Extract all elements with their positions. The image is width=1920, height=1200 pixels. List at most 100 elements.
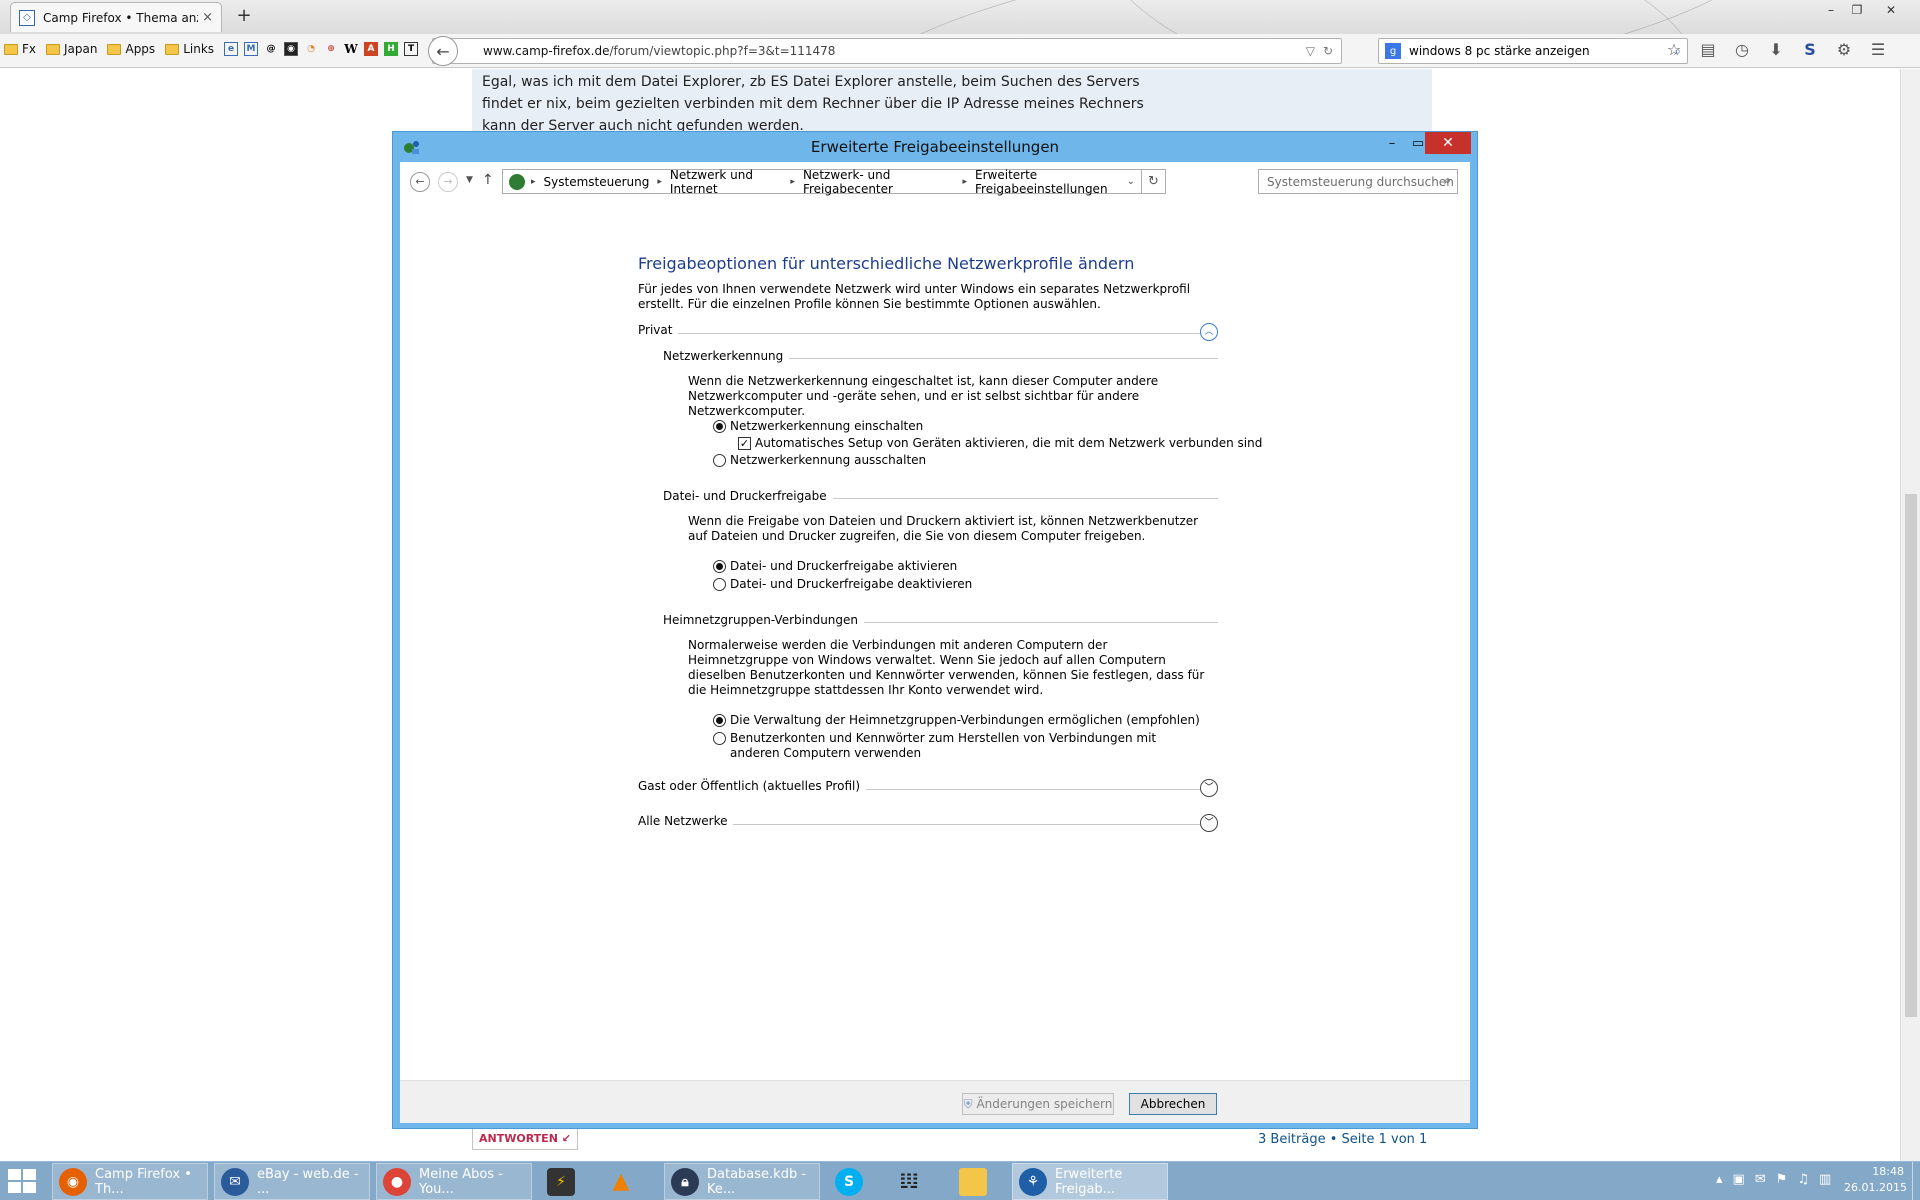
tray-keepass-icon[interactable]: ▣ [1733,1172,1745,1187]
bookmark-site-icon[interactable]: ⊕ [324,42,338,56]
search-input[interactable]: windows 8 pc stärke anzeigen [1409,44,1674,58]
option-sharing-on[interactable]: Datei- und Druckerfreigabe aktivieren [713,559,957,574]
show-desktop-button[interactable] [1912,1162,1920,1200]
reload-icon[interactable]: ↻ [1323,44,1333,58]
profile-private-header[interactable]: Privat ︿ [638,323,1218,343]
taskbar-item-winamp[interactable]: ⚡ [540,1163,592,1200]
bookmark-site-icon[interactable]: e [224,42,239,56]
taskbar-item-thunderbird[interactable]: ✉ eBay - web.de - ... [214,1163,370,1200]
bookmark-site-icon[interactable]: A [364,42,379,56]
tab-close-icon[interactable]: × [202,10,213,25]
settings-gear-icon[interactable]: ⚙ [1834,40,1854,59]
bookmark-fx[interactable]: Fx [4,42,36,56]
cancel-button[interactable]: Abbrechen [1129,1093,1217,1115]
bookmark-star-icon[interactable]: ☆ [1664,40,1684,59]
breadcrumb[interactable]: ▸ Systemsteuerung ▸ Netzwerk und Interne… [502,168,1142,196]
bookmark-rss-icon[interactable]: ◔ [304,42,318,56]
taskbar-item-explorer[interactable] [952,1163,1004,1200]
windows-start-icon[interactable] [8,1169,38,1195]
addon-icon[interactable]: S [1800,40,1820,59]
taskbar-item-sharing-settings[interactable]: ⚘ Erweiterte Freigab... [1012,1163,1168,1200]
option-label: Benutzerkonten und Kennwörter zum Herste… [730,731,1157,760]
bookmarks-list-icon[interactable]: ▤ [1698,40,1718,59]
tray-mail-icon[interactable]: ✉ [1755,1172,1766,1187]
taskbar-item-skype[interactable]: S [828,1163,880,1200]
search-bar[interactable]: g windows 8 pc stärke anzeigen ⌕ [1378,38,1688,64]
breadcrumb-item[interactable]: Systemsteuerung [544,175,650,189]
bookmark-wikipedia-icon[interactable]: W [344,42,358,56]
url-dropdown-icon[interactable]: ▽ [1306,44,1315,58]
chevron-down-icon[interactable]: ﹀ [1200,779,1218,797]
bookmark-japan[interactable]: Japan [46,42,97,56]
radio-button[interactable] [713,714,726,727]
close-icon[interactable]: ✕ [1876,0,1906,20]
browser-tab[interactable]: ◇ Camp Firefox • Thema anz... × [10,2,222,32]
folder-icon [959,1167,987,1196]
network-tray-icon[interactable]: ▥ [1819,1172,1831,1187]
breadcrumb-item[interactable]: Netzwerk- und Freigabecenter [803,168,955,196]
chevron-up-icon[interactable]: ︿ [1200,323,1218,341]
radio-button[interactable] [713,560,726,573]
option-auto-setup[interactable]: ✓ Automatisches Setup von Geräten aktivi… [738,436,1262,451]
page-title: Freigabeoptionen für unterschiedliche Ne… [638,254,1135,273]
forward-arrow-icon[interactable]: → [438,172,458,192]
option-homegroup-managed[interactable]: Die Verwaltung der Heimnetzgruppen-Verbi… [713,713,1200,728]
reply-button[interactable]: ANTWORTEN ↙ [472,1128,578,1150]
profile-guest-header[interactable]: Gast oder Öffentlich (aktuelles Profil) … [638,779,1218,799]
url-path: /forum/viewtopic.php?f=3&t=111478 [609,44,836,58]
taskbar-item-firefox[interactable]: ◉ Camp Firefox • Th... [52,1163,208,1200]
taskbar-clock[interactable]: 18:48 26.01.2015 [1844,1164,1907,1196]
section-description: Wenn die Freigabe von Dateien und Drucke… [688,514,1199,543]
menu-icon[interactable]: ☰ [1868,40,1888,59]
downloads-icon[interactable]: ⬇ [1766,40,1786,59]
back-button[interactable]: ← [428,36,458,66]
bookmark-links[interactable]: Links [165,42,214,56]
checkbox-checked[interactable]: ✓ [738,437,751,450]
profile-all-header[interactable]: Alle Netzwerke ﹀ [638,814,1218,834]
window-title: Erweiterte Freigabeeinstellungen [810,138,1060,156]
option-sharing-off[interactable]: Datei- und Druckerfreigabe deaktivieren [713,577,972,592]
chevron-down-icon[interactable]: ﹀ [1200,814,1218,832]
tray-chevron-up-icon[interactable]: ▴ [1716,1172,1723,1187]
chevron-down-icon[interactable]: ⌄ [1127,176,1135,187]
window-close-button[interactable]: ✕ [1425,132,1471,154]
option-label: Netzwerkerkennung ausschalten [730,453,927,467]
radio-button[interactable] [713,420,726,433]
recent-dropdown-icon[interactable]: ▼ [466,175,473,185]
taskbar-item-keepass[interactable]: 🔒︎ Database.kdb - Ke... [664,1163,820,1200]
search-engine-icon[interactable]: g [1385,43,1401,59]
new-tab-button[interactable]: + [234,4,254,28]
up-arrow-icon[interactable]: ↑ [482,172,494,188]
control-panel-search[interactable]: Systemsteuerung durchsuchen ⌕ [1258,169,1458,194]
save-changes-button[interactable]: ⛨ Änderungen speichern [962,1093,1114,1115]
option-homegroup-accounts[interactable]: Benutzerkonten und Kennwörter zum Herste… [713,731,1173,761]
breadcrumb-item[interactable]: Netzwerk und Internet [670,168,783,196]
radio-button[interactable] [713,732,726,745]
bookmark-site-icon[interactable]: M [244,42,259,56]
tray-flag-icon[interactable]: ⚑ [1776,1172,1788,1187]
taskbar-item-game[interactable]: 𝍕 [888,1163,940,1200]
window-minimize-icon[interactable]: – [1379,136,1405,156]
bookmark-site-icon[interactable]: H [384,42,399,56]
refresh-icon[interactable]: ↻ [1142,169,1166,194]
option-discovery-off[interactable]: Netzwerkerkennung ausschalten [713,453,926,468]
profile-label: Alle Netzwerke [638,814,734,828]
taskbar-item-vlc[interactable]: ▲ [600,1163,652,1200]
bookmark-site-icon[interactable]: ◉ [284,42,299,56]
url-bar[interactable]: www.camp-firefox.de/forum/viewtopic.php?… [432,38,1342,64]
option-discovery-on[interactable]: Netzwerkerkennung einschalten [713,419,923,434]
restore-icon[interactable]: ❐ [1842,0,1872,20]
bookmark-at-icon[interactable]: @ [264,42,278,56]
history-icon[interactable]: ◷ [1732,40,1752,59]
radio-button[interactable] [713,454,726,467]
taskbar-item-chrome[interactable]: ● Meine Abos - You... [376,1163,532,1200]
scrollbar-thumb[interactable] [1905,494,1917,1017]
volume-icon[interactable]: ♫ [1797,1172,1809,1187]
page-scrollbar[interactable] [1900,69,1920,1161]
back-arrow-icon[interactable]: ← [410,172,430,192]
radio-button[interactable] [713,578,726,591]
breadcrumb-item[interactable]: Erweiterte Freigabeeinstellungen [975,168,1141,196]
bookmark-site-icon[interactable]: T [404,42,419,56]
search-icon[interactable]: ⌕ [1444,173,1451,188]
bookmark-apps[interactable]: Apps [107,42,155,56]
